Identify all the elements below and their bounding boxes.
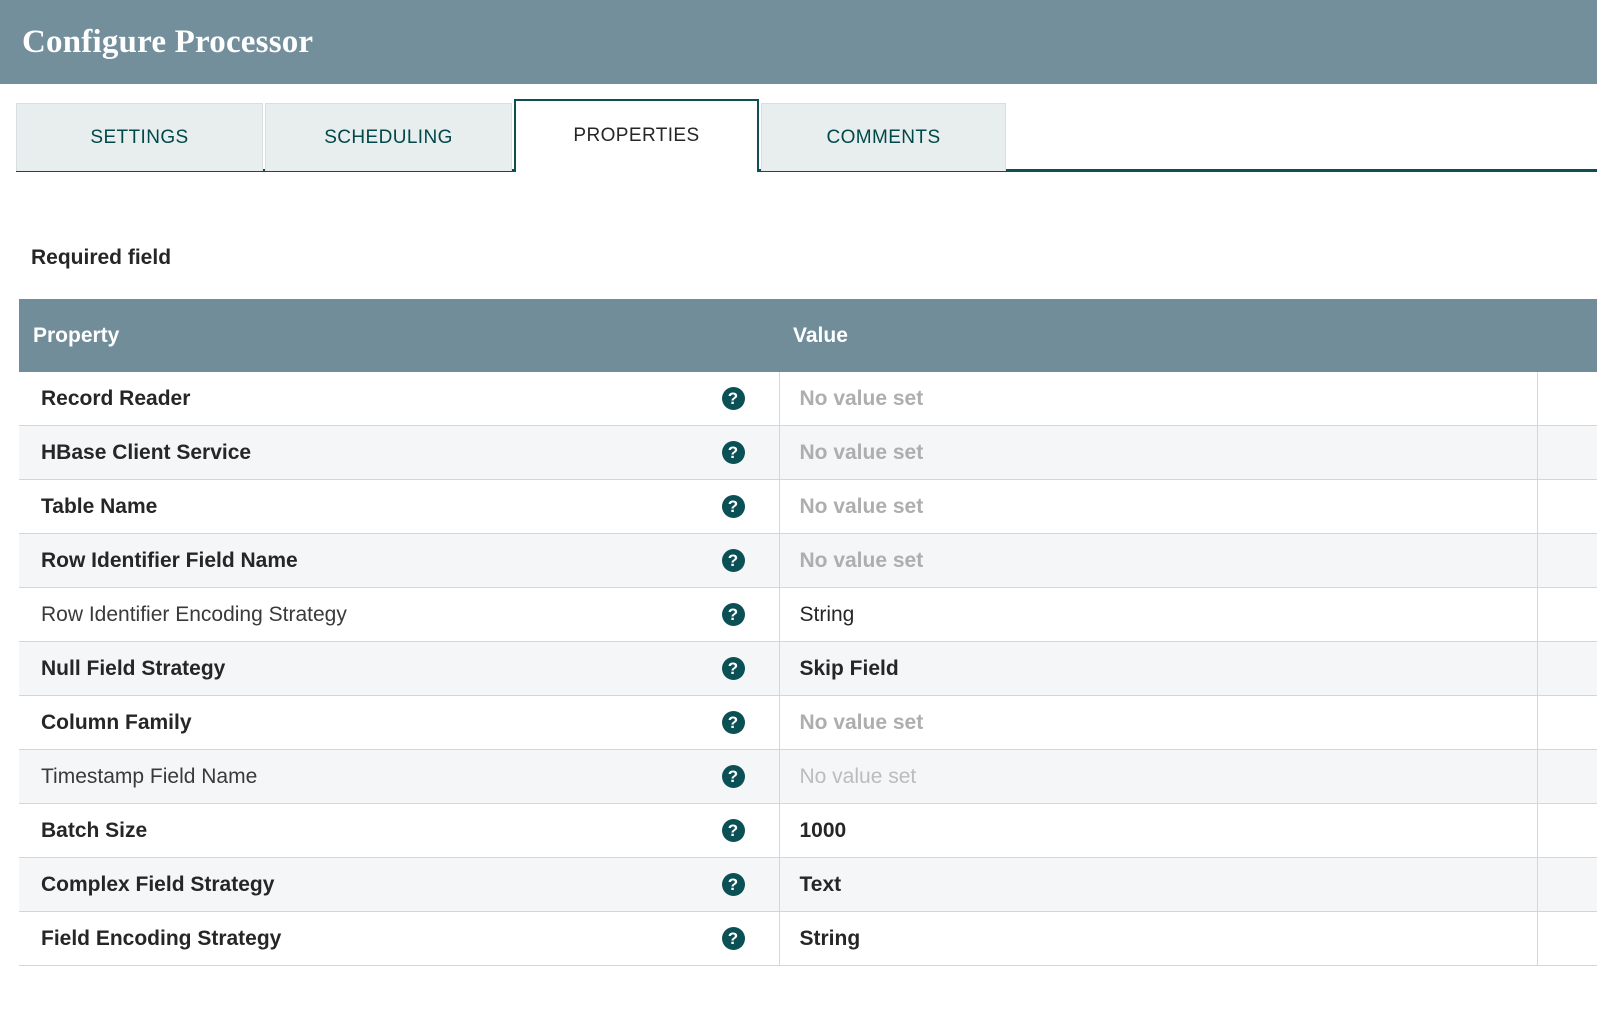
property-action-cell[interactable]: [1537, 750, 1597, 804]
property-value-placeholder: No value set: [800, 495, 924, 518]
tab-strip: SETTINGS SCHEDULING PROPERTIES COMMENTS: [0, 84, 1597, 208]
tab-label: COMMENTS: [826, 127, 940, 149]
property-name-cell: Column Family?: [19, 696, 779, 750]
property-action-cell[interactable]: [1537, 372, 1597, 426]
help-icon[interactable]: ?: [722, 819, 745, 842]
column-header-value: Value: [779, 299, 1537, 372]
column-header-property: Property: [19, 299, 779, 372]
table-row[interactable]: Null Field Strategy? Skip Field: [19, 642, 1597, 696]
property-value: Skip Field: [800, 657, 899, 680]
page-title: Configure Processor: [22, 26, 313, 59]
property-value-cell[interactable]: No value set: [779, 372, 1537, 426]
property-action-cell[interactable]: [1537, 912, 1597, 966]
property-value: 1000: [800, 819, 847, 842]
properties-table-head: Property Value: [19, 299, 1597, 372]
help-icon[interactable]: ?: [722, 927, 745, 950]
property-action-cell[interactable]: [1537, 804, 1597, 858]
help-icon[interactable]: ?: [722, 495, 745, 518]
required-field-note: Required field: [31, 246, 171, 270]
table-row[interactable]: Record Reader? No value set: [19, 372, 1597, 426]
table-row[interactable]: HBase Client Service? No value set: [19, 426, 1597, 480]
property-value-placeholder: No value set: [800, 387, 924, 410]
property-name: Table Name: [41, 495, 157, 519]
property-value-placeholder: No value set: [800, 765, 917, 788]
table-row[interactable]: Row Identifier Field Name? No value set: [19, 534, 1597, 588]
property-action-cell[interactable]: [1537, 642, 1597, 696]
help-icon[interactable]: ?: [722, 657, 745, 680]
table-row[interactable]: Timestamp Field Name? No value set: [19, 750, 1597, 804]
property-name-cell: Field Encoding Strategy?: [19, 912, 779, 966]
tab-properties[interactable]: PROPERTIES: [514, 99, 759, 171]
property-name: Row Identifier Encoding Strategy: [41, 603, 347, 627]
help-icon[interactable]: ?: [722, 549, 745, 572]
properties-table: Property Value Record Reader? No value se…: [19, 299, 1597, 966]
property-name: Column Family: [41, 711, 192, 735]
property-action-cell[interactable]: [1537, 858, 1597, 912]
property-value-placeholder: No value set: [800, 549, 924, 572]
tab-label: SCHEDULING: [324, 127, 453, 149]
help-icon[interactable]: ?: [722, 711, 745, 734]
property-name: HBase Client Service: [41, 441, 251, 465]
property-name: Batch Size: [41, 819, 147, 843]
table-row[interactable]: Column Family? No value set: [19, 696, 1597, 750]
property-name: Null Field Strategy: [41, 657, 225, 681]
property-action-cell[interactable]: [1537, 426, 1597, 480]
property-value-cell[interactable]: Skip Field: [779, 642, 1537, 696]
property-value-cell[interactable]: 1000: [779, 804, 1537, 858]
table-row[interactable]: Batch Size? 1000: [19, 804, 1597, 858]
property-action-cell[interactable]: [1537, 534, 1597, 588]
property-name: Row Identifier Field Name: [41, 549, 298, 573]
properties-table-body: Record Reader?No value setHBase Client S…: [19, 372, 1597, 966]
help-icon[interactable]: ?: [722, 873, 745, 896]
property-name-cell: HBase Client Service?: [19, 426, 779, 480]
property-value-cell[interactable]: Text: [779, 858, 1537, 912]
property-value: Text: [800, 873, 842, 896]
tab-label: PROPERTIES: [573, 125, 699, 147]
property-name: Field Encoding Strategy: [41, 927, 281, 951]
dialog-title-bar: Configure Processor: [0, 0, 1597, 84]
table-row[interactable]: Field Encoding Strategy? String: [19, 912, 1597, 966]
table-row[interactable]: Row Identifier Encoding Strategy? String: [19, 588, 1597, 642]
tab-label: SETTINGS: [90, 127, 188, 149]
tab-settings[interactable]: SETTINGS: [16, 103, 263, 171]
property-name-cell: Timestamp Field Name?: [19, 750, 779, 804]
column-header-actions: [1537, 299, 1597, 372]
tab-comments[interactable]: COMMENTS: [761, 103, 1006, 171]
property-name: Record Reader: [41, 387, 190, 411]
property-value-cell[interactable]: No value set: [779, 534, 1537, 588]
property-value-cell[interactable]: No value set: [779, 696, 1537, 750]
property-value-cell[interactable]: No value set: [779, 426, 1537, 480]
property-name-cell: Complex Field Strategy?: [19, 858, 779, 912]
tab-list: SETTINGS SCHEDULING PROPERTIES COMMENTS: [16, 99, 1008, 171]
property-value-placeholder: No value set: [800, 711, 924, 734]
help-icon[interactable]: ?: [722, 441, 745, 464]
property-value-placeholder: No value set: [800, 441, 924, 464]
tab-scheduling[interactable]: SCHEDULING: [265, 103, 512, 171]
property-name-cell: Row Identifier Field Name?: [19, 534, 779, 588]
property-name-cell: Table Name?: [19, 480, 779, 534]
help-icon[interactable]: ?: [722, 765, 745, 788]
property-name: Complex Field Strategy: [41, 873, 274, 897]
property-value-cell[interactable]: String: [779, 588, 1537, 642]
property-name-cell: Batch Size?: [19, 804, 779, 858]
table-row[interactable]: Complex Field Strategy? Text: [19, 858, 1597, 912]
property-value-cell[interactable]: String: [779, 912, 1537, 966]
property-name-cell: Null Field Strategy?: [19, 642, 779, 696]
help-icon[interactable]: ?: [722, 387, 745, 410]
property-value: String: [800, 927, 861, 950]
active-tab-underline-gap: [516, 169, 757, 172]
property-value-cell[interactable]: No value set: [779, 480, 1537, 534]
property-value-cell[interactable]: No value set: [779, 750, 1537, 804]
property-action-cell[interactable]: [1537, 696, 1597, 750]
table-header-row: Property Value: [19, 299, 1597, 372]
property-action-cell[interactable]: [1537, 588, 1597, 642]
property-name: Timestamp Field Name: [41, 765, 257, 789]
property-name-cell: Row Identifier Encoding Strategy?: [19, 588, 779, 642]
help-icon[interactable]: ?: [722, 603, 745, 626]
property-name-cell: Record Reader?: [19, 372, 779, 426]
table-row[interactable]: Table Name? No value set: [19, 480, 1597, 534]
property-action-cell[interactable]: [1537, 480, 1597, 534]
property-value: String: [800, 603, 855, 626]
